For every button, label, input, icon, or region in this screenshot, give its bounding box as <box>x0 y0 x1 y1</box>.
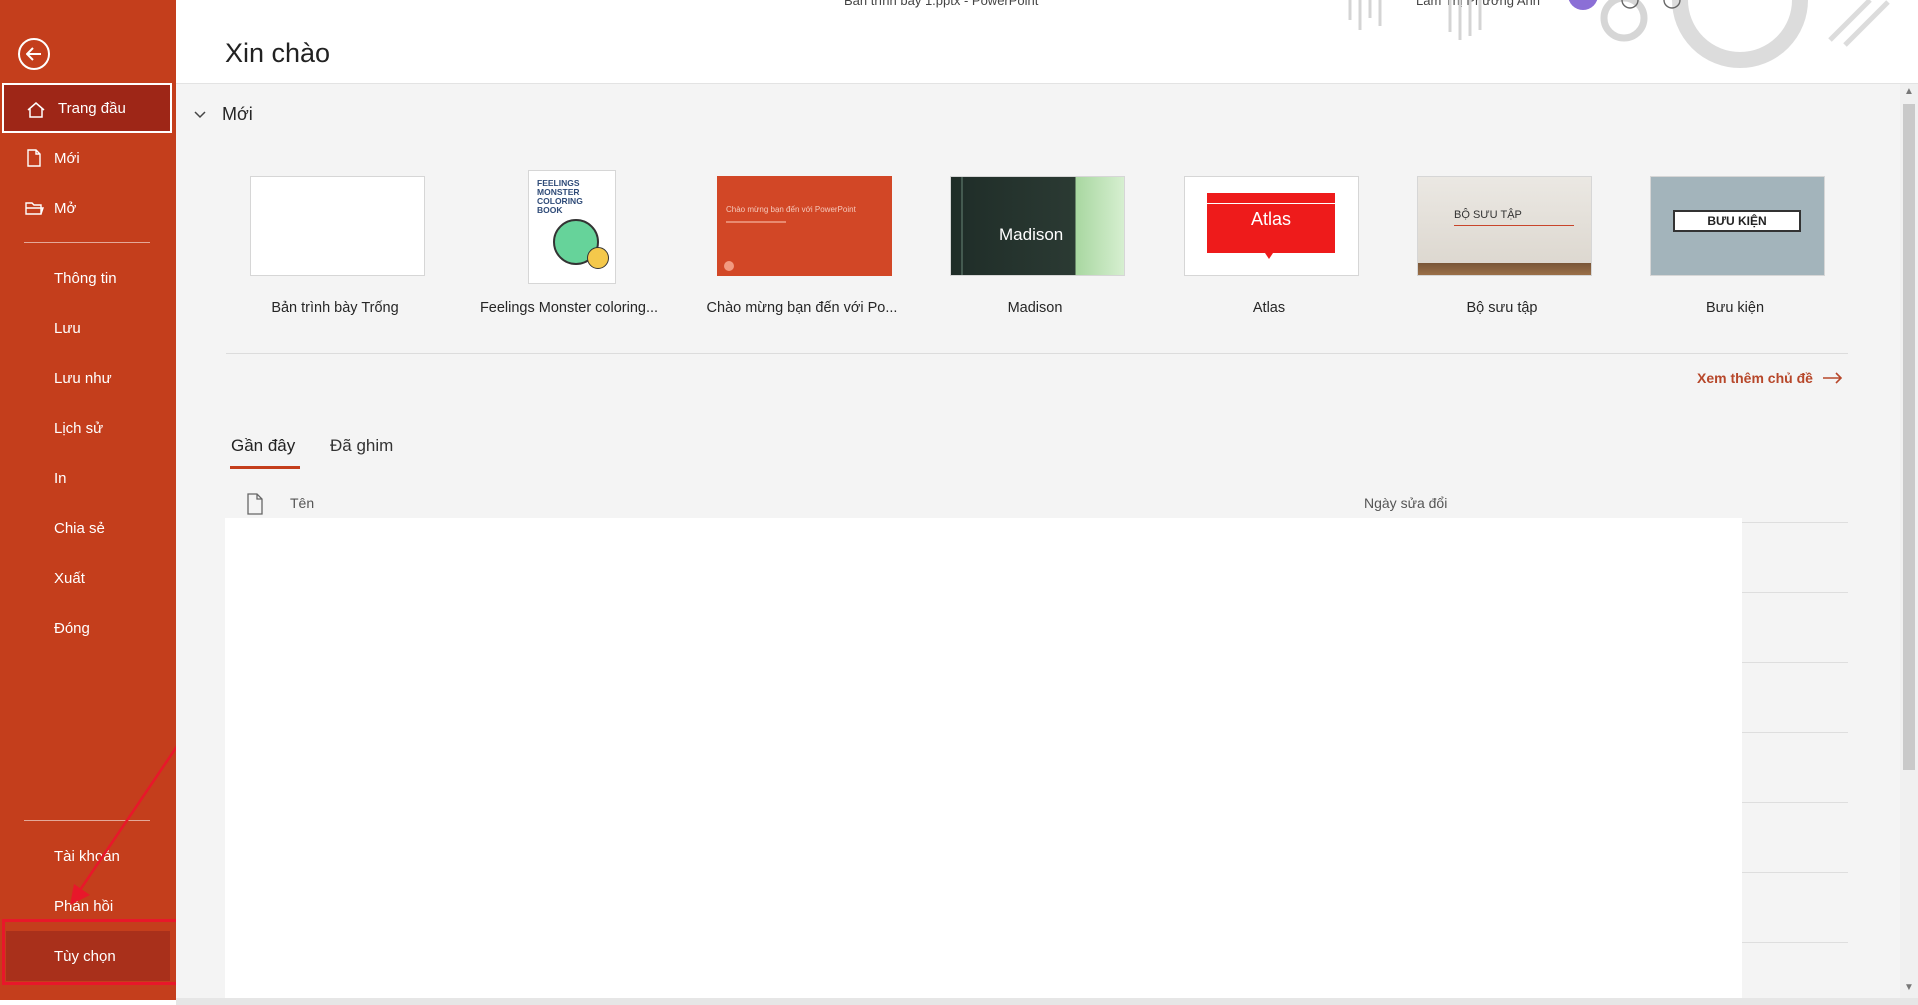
sidebar-item-label: Đóng <box>54 619 90 637</box>
new-section-header[interactable]: Mới <box>194 104 253 125</box>
row-divider <box>1742 592 1848 593</box>
arrow-right-icon <box>1822 372 1843 384</box>
home-icon <box>27 102 45 118</box>
sidebar-item-label: Chia sẻ <box>54 519 105 537</box>
templates-divider <box>226 353 1848 354</box>
thumbnail-title: Madison <box>999 225 1064 244</box>
template-thumbnail: BỘ SƯU TẬP <box>1417 176 1592 276</box>
window-title: Bản trình bày 1.pptx - PowerPoint <box>844 0 1039 8</box>
sidebar-divider <box>24 820 150 821</box>
template-name: Madison <box>1007 300 1063 316</box>
template-thumbnail: Atlas <box>1184 176 1359 276</box>
title-bar-decoration-icon <box>1348 0 1890 68</box>
sidebar-item-label: Phản hồi <box>54 897 114 915</box>
avatar[interactable]: LP <box>1568 0 1598 10</box>
column-header-date-modified[interactable]: Ngày sửa đổi <box>1364 495 1447 511</box>
row-divider <box>1742 872 1848 873</box>
backstage-sidebar: Trang đầu Mới Mở Thông tin Lưu Lưu như L… <box>0 0 176 1000</box>
row-divider <box>1742 732 1848 733</box>
template-thumbnail: FEELINGS MONSTER COLORING BOOK <box>528 170 616 284</box>
sidebar-item-close[interactable]: Đóng <box>0 603 176 653</box>
open-folder-icon <box>25 202 44 215</box>
monster-illustration <box>587 247 609 269</box>
sidebar-item-label: Lưu như <box>54 369 112 387</box>
window-bottom-edge <box>176 998 1918 1005</box>
row-divider <box>1742 662 1848 663</box>
template-name: Chào mừng bạn đến với Po... <box>706 300 898 316</box>
sidebar-item-save-as[interactable]: Lưu như <box>0 353 176 403</box>
new-file-icon <box>27 149 41 167</box>
thumbnail-title: Atlas <box>1250 209 1292 229</box>
sidebar-item-export[interactable]: Xuất <box>0 553 176 603</box>
file-icon <box>247 493 263 515</box>
user-name[interactable]: Lâm Thị Phương Anh <box>1416 0 1540 8</box>
row-divider <box>1742 802 1848 803</box>
sidebar-item-open[interactable]: Mở <box>0 183 176 233</box>
scroll-down-icon[interactable]: ▼ <box>1902 982 1916 996</box>
scroll-up-icon[interactable]: ▲ <box>1902 86 1916 100</box>
thumbnail-pointer <box>1265 253 1273 259</box>
help-circle-icon <box>1663 0 1681 9</box>
template-thumbnail: BƯU KIỆN <box>1650 176 1825 276</box>
thumbnail-line <box>1454 225 1574 226</box>
powerpoint-logo-icon <box>724 261 734 271</box>
thumbnail-title: BƯU KIỆN <box>1673 210 1801 232</box>
column-header-name[interactable]: Tên <box>290 495 314 511</box>
sidebar-item-label: Mới <box>54 149 80 167</box>
thumbnail-title: BỘ SƯU TẬP <box>1454 209 1522 221</box>
sidebar-item-new[interactable]: Mới <box>0 133 176 183</box>
more-themes-label: Xem thêm chủ đề <box>1697 370 1813 386</box>
sidebar-item-label: Thông tin <box>54 269 117 287</box>
scrollbar-thumb[interactable] <box>1903 104 1915 770</box>
sidebar-item-account[interactable]: Tài khoản <box>0 831 176 881</box>
sidebar-item-label: In <box>54 469 67 487</box>
sidebar-item-label: Mở <box>54 199 77 217</box>
template-thumbnail <box>250 176 425 276</box>
sidebar-divider <box>24 242 150 243</box>
sidebar-item-label: Tài khoản <box>54 847 120 865</box>
new-section-label: Mới <box>222 104 253 124</box>
sidebar-item-label: Trang đầu <box>58 99 126 117</box>
thumbnail-title: FEELINGS MONSTER COLORING BOOK <box>537 178 583 215</box>
thumbnail-line <box>1207 203 1335 204</box>
chevron-down-icon <box>194 110 206 118</box>
template-name: Bưu kiện <box>1705 300 1765 316</box>
smiley-icon <box>1621 0 1639 9</box>
sidebar-item-history[interactable]: Lịch sử <box>0 403 176 453</box>
page-title: Xin chào <box>225 38 331 68</box>
sidebar-item-label: Xuất <box>54 569 85 587</box>
row-divider <box>1742 942 1848 943</box>
sidebar-item-home[interactable]: Trang đầu <box>2 83 172 133</box>
template-name: Feelings Monster coloring... <box>479 300 659 316</box>
recent-files-list <box>225 518 1742 1000</box>
sidebar-item-info[interactable]: Thông tin <box>0 253 176 303</box>
template-thumbnail: Madison <box>950 176 1125 276</box>
template-name: Atlas <box>1252 300 1286 316</box>
more-themes-link[interactable]: Xem thêm chủ đề <box>1697 370 1843 386</box>
tab-pinned[interactable]: Đã ghim <box>330 436 393 456</box>
sidebar-item-share[interactable]: Chia sẻ <box>0 503 176 553</box>
sidebar-item-label: Lịch sử <box>54 419 104 437</box>
template-name: Bộ sưu tập <box>1466 300 1538 316</box>
tab-recent[interactable]: Gần đây <box>231 436 295 456</box>
row-divider <box>1742 522 1848 523</box>
template-thumbnail: Chào mừng bạn đến với PowerPoint <box>717 176 892 276</box>
thumbnail-title: Chào mừng bạn đến với PowerPoint <box>726 205 856 214</box>
annotation-highlight-box <box>2 919 192 985</box>
tab-active-indicator <box>230 466 300 469</box>
thumbnail-stripe <box>961 177 963 275</box>
template-name: Bản trình bày Trống <box>271 300 399 316</box>
back-arrow-icon[interactable] <box>18 38 50 70</box>
thumbnail-subtitle-line <box>726 221 786 223</box>
sidebar-item-print[interactable]: In <box>0 453 176 503</box>
sidebar-item-save[interactable]: Lưu <box>0 303 176 353</box>
sidebar-item-label: Lưu <box>54 319 81 337</box>
